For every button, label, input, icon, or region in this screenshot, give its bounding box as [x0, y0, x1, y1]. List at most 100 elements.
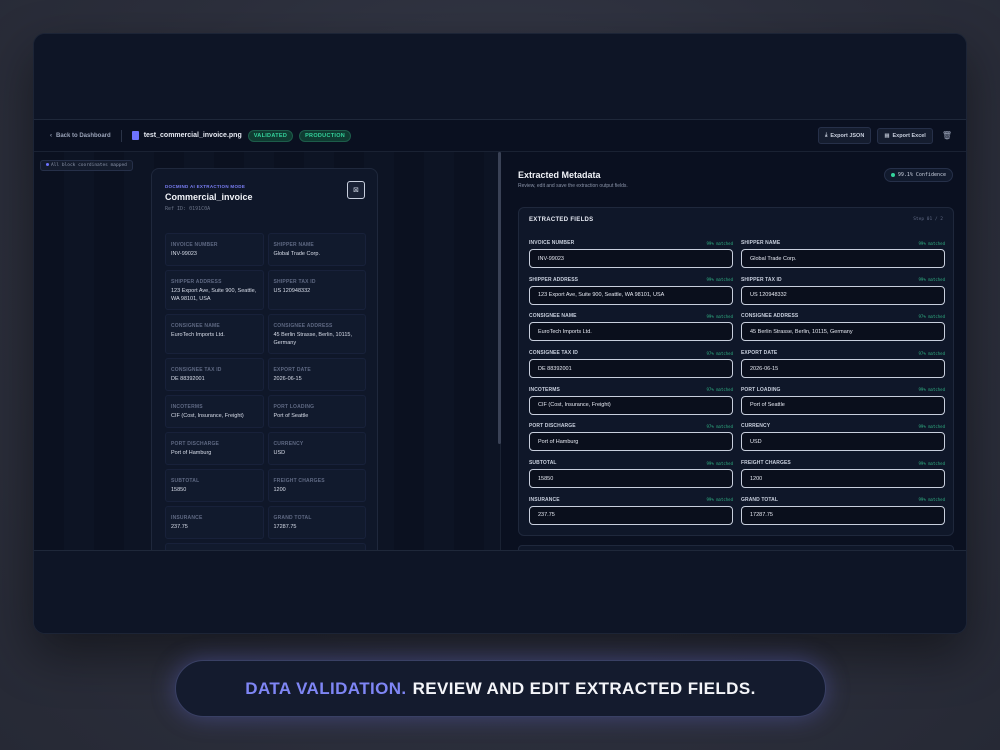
export-excel-label: Export Excel [892, 132, 926, 139]
field-label: CURRENCY [741, 423, 771, 430]
doc-field-label: CURRENCY [273, 441, 304, 447]
doc-field-value: US 120948332 [273, 288, 311, 294]
field-label: CONSIGNEE NAME [529, 313, 577, 320]
field-label: INSURANCE [529, 496, 560, 503]
doc-field-value: 237.75 [171, 524, 188, 530]
invoice-number-input[interactable]: INV-99023 [529, 249, 733, 268]
field-port-loading: PORT LOADING 99% matched Port of Seattle [741, 386, 945, 423]
doc-field[interactable]: INCOTERMS CIF (Cost, Insurance, Freight) [165, 395, 264, 428]
table-icon: ▦ [884, 132, 890, 139]
consignee-tax-id-input[interactable]: DE 88392001 [529, 359, 733, 379]
grand-total-input[interactable]: 17287.75 [741, 505, 945, 525]
doc-field[interactable]: SHIPPER NAME Global Trade Corp. [267, 233, 366, 266]
export-json-button[interactable]: ⤓ Export JSON [817, 127, 872, 144]
field-label: SHIPPER NAME [741, 240, 781, 246]
back-to-dashboard-link[interactable]: ‹ Back to Dashboard [50, 133, 111, 139]
shipper-name-input[interactable]: Global Trade Corp. [741, 249, 945, 268]
doc-field-label: CONSIGNEE TAX ID [171, 367, 222, 373]
doc-field-value: Global Trade Corp. [273, 251, 320, 257]
field-confidence: 99% matched [706, 240, 734, 246]
app-window-frame: ‹ Back to Dashboard test_commercial_invo… [33, 33, 967, 634]
doc-field-label: CONSIGNEE NAME [171, 323, 220, 329]
trash-icon[interactable]: 🗑 [942, 131, 952, 140]
panel-step: Step 01 / 2 [913, 217, 943, 222]
field-export-date: EXPORT DATE 97% matched 2026-06-15 [741, 349, 945, 386]
field-invoice-number: INVOICE NUMBER 99% matched INV-99023 [529, 239, 733, 276]
doc-field[interactable]: INVOICE NUMBER INV-99023 [165, 233, 264, 266]
back-label: Back to Dashboard [56, 132, 111, 139]
port-loading-input[interactable]: Port of Seattle [741, 395, 945, 415]
insurance-input[interactable]: 237.75 [529, 505, 733, 525]
consignee-address-input[interactable]: 45 Berlin Strasse, Berlin, 10115, German… [741, 322, 945, 342]
doc-field[interactable]: GRAND TOTAL 17287.75 [267, 506, 366, 539]
export-date-input[interactable]: 2026-06-15 [741, 359, 945, 379]
extraction-mode-label: DOCMIND AI EXTRACTION MODE [165, 184, 246, 189]
doc-field-label: SHIPPER TAX ID [273, 279, 316, 285]
doc-field[interactable]: SUBTOTAL 15850 [165, 469, 264, 502]
field-insurance: INSURANCE 99% matched 237.75 [529, 496, 733, 533]
doc-field[interactable]: EXPORT DATE 2026-06-15 [267, 358, 366, 391]
file-name: test_commercial_invoice.png [143, 132, 242, 139]
document-preview-pane[interactable]: All block coordinates mapped DOCMIND AI … [34, 152, 500, 550]
doc-field[interactable]: CONSIGNEE TAX ID DE 88392001 [165, 358, 264, 391]
consignee-name-input[interactable]: EuroTech Imports Ltd. [529, 322, 733, 342]
chevron-left-icon: ‹ [50, 132, 52, 139]
document-ref-id: Ref ID: 0191C0A [165, 206, 211, 212]
preview-scrollbar[interactable] [498, 152, 501, 444]
doc-field[interactable]: FREIGHT CHARGES 1200 [267, 469, 366, 502]
field-confidence: 97% matched [918, 350, 946, 356]
doc-field-label: GRAND TOTAL [273, 515, 312, 521]
doc-field-label: INSURANCE [171, 515, 203, 521]
port-discharge-input[interactable]: Port of Hamburg [529, 432, 733, 452]
document-field-grid: INVOICE NUMBER INV-99023 SHIPPER NAME Glob… [165, 233, 366, 550]
field-label: CONSIGNEE ADDRESS [741, 313, 799, 320]
confidence-text: 99.1% Confidence [897, 172, 946, 178]
doc-field[interactable]: SHIPPER ADDRESS 123 Export Ave, Suite 900… [165, 270, 264, 310]
doc-field-label: PORT LOADING [273, 404, 315, 410]
metadata-subtitle: Review, edit and save the extraction out… [518, 183, 628, 189]
field-shipper-address: SHIPPER ADDRESS 99% matched 123 Export Ave… [529, 276, 733, 313]
doc-field-label: FREIGHT CHARGES [273, 478, 325, 484]
field-incoterms: INCOTERMS 97% matched CIF (Cost, Insurance… [529, 386, 733, 423]
field-confidence: 99% matched [918, 387, 946, 393]
document-title: Commercial_invoice [165, 192, 253, 202]
doc-field-label: SHIPPER ADDRESS [171, 279, 222, 285]
doc-field[interactable]: INSURANCE 237.75 [165, 506, 264, 539]
freight-charges-input[interactable]: 1200 [741, 469, 945, 489]
field-confidence: 97% matched [706, 350, 734, 356]
field-label: PORT LOADING [741, 386, 781, 393]
caption-accent: DATA VALIDATION. [245, 678, 407, 698]
header-separator [120, 129, 122, 142]
export-excel-button[interactable]: ▦ Export Excel [877, 127, 933, 144]
field-confidence: 99% matched [918, 423, 946, 429]
shipper-address-input[interactable]: 123 Export Ave, Suite 900, Seattle, WA 9… [529, 285, 733, 305]
doc-field[interactable]: PORT LOADING Port of Seattle [267, 395, 366, 428]
doc-field[interactable]: CURRENCY USD [267, 432, 366, 465]
doc-field[interactable]: CONSIGNEE NAME EuroTech Imports Ltd. [165, 314, 264, 354]
subtotal-input[interactable]: 15850 [529, 469, 733, 489]
incoterms-input[interactable]: CIF (Cost, Insurance, Freight) [529, 395, 733, 415]
file-name-display: test_commercial_invoice.png [131, 131, 242, 140]
doc-field-value: 1200 [273, 487, 286, 493]
doc-field[interactable]: PORT DISCHARGE Port of Hamburg [165, 432, 264, 465]
field-confidence: 99% matched [706, 460, 734, 466]
doc-field-value: 17287.75 [273, 524, 297, 530]
coordinates-hint: All block coordinates mapped [40, 160, 133, 171]
field-confidence: 99% matched [706, 497, 734, 503]
doc-field-value: DE 88392001 [171, 376, 205, 382]
confidence-badge: 99.1% Confidence [883, 168, 953, 182]
doc-field-value: 45 Berlin Strasse, Berlin, 10115, German… [273, 332, 352, 346]
extracted-fields-panel: EXTRACTED FIELDS Step 01 / 2 INVOICE NUM… [518, 207, 954, 536]
export-json-label: Export JSON [830, 132, 865, 139]
shipper-tax-id-input[interactable]: US 120948332 [741, 285, 945, 305]
doc-field-value: USD [273, 450, 286, 456]
field-grand-total: GRAND TOTAL 99% matched 17287.75 [741, 496, 945, 533]
currency-input[interactable]: USD [741, 432, 945, 452]
document-stamp-icon[interactable]: ⊠ [347, 181, 365, 199]
doc-field[interactable]: CONSIGNEE ADDRESS 45 Berlin Strasse, Berl… [267, 314, 366, 354]
field-label: PORT DISCHARGE [529, 423, 576, 430]
field-confidence: 99% matched [918, 497, 946, 503]
doc-field[interactable]: SHIPPER TAX ID US 120948332 [267, 270, 366, 310]
doc-field-label: INCOTERMS [171, 404, 203, 410]
field-label: CONSIGNEE TAX ID [529, 350, 579, 357]
